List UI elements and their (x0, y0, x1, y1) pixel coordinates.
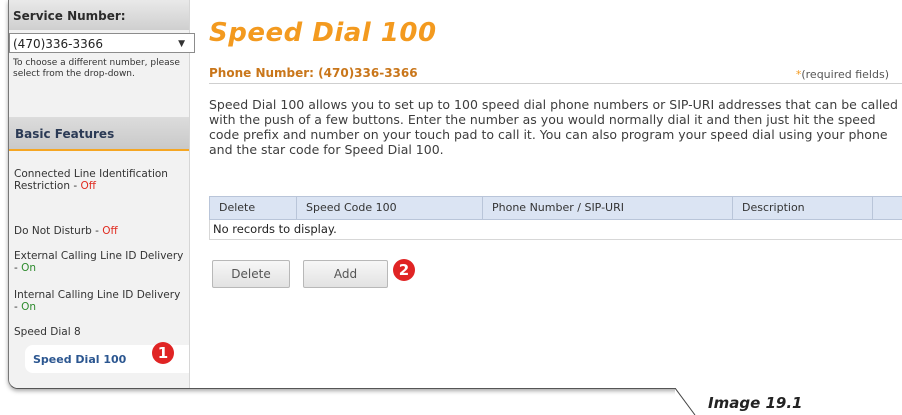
phone-number-label: Phone Number: (470)336-3366 (209, 66, 418, 80)
sidebar-item-external-calling-line-id-delivery[interactable]: External Calling Line ID Delivery - On (14, 250, 184, 274)
delete-button[interactable]: Delete (212, 260, 290, 288)
sidebar-item-label: Speed Dial 100 (33, 353, 127, 366)
status-on: On (21, 301, 37, 313)
sidebar: Service Number: (470)336-3366 ▼ To choos… (9, 0, 195, 388)
column-header-speed-code[interactable]: Speed Code 100 (297, 197, 483, 219)
sidebar-item-do-not-disturb[interactable]: Do Not Disturb - Off (14, 225, 184, 237)
sidebar-item-connected-line-identification-restriction[interactable]: Connected Line Identification Restrictio… (14, 168, 184, 192)
divider (209, 83, 902, 84)
status-on: On (21, 262, 37, 274)
callout-badge-1: 1 (152, 342, 174, 364)
page-title: Speed Dial 100 (209, 18, 437, 48)
sidebar-item-label: External Calling Line ID Delivery (14, 250, 184, 262)
empty-table-message: No records to display. (209, 220, 902, 240)
sidebar-item-label: Internal Calling Line ID Delivery (14, 289, 181, 301)
caption-text: Image 19.1 (708, 394, 803, 412)
app-frame: Service Number: (470)336-3366 ▼ To choos… (8, 0, 902, 389)
sidebar-item-label: Speed Dial 8 (14, 326, 81, 338)
image-caption: Image 19.1 (675, 388, 902, 415)
status-off: Off (80, 180, 96, 192)
sidebar-item-internal-calling-line-id-delivery[interactable]: Internal Calling Line ID Delivery - On (14, 289, 184, 313)
column-header-description[interactable]: Description (733, 197, 873, 219)
service-number-hint: To choose a different number, please sel… (13, 58, 180, 79)
service-number-heading: Service Number: (13, 9, 126, 23)
column-header-delete[interactable]: Delete (210, 197, 297, 219)
service-number-header: Service Number: (9, 0, 189, 30)
service-number-select[interactable]: (470)336-3366 ▼ (9, 33, 195, 53)
chevron-down-icon: ▼ (178, 39, 185, 49)
add-button[interactable]: Add (303, 260, 388, 288)
callout-badge-2: 2 (393, 259, 415, 281)
basic-features-header: Basic Features (9, 117, 189, 151)
sidebar-item-speed-dial-8[interactable]: Speed Dial 8 (14, 326, 184, 338)
service-number-value: (470)336-3366 (13, 37, 104, 51)
required-fields-note: *(required fields) (795, 68, 889, 81)
sidebar-item-label: Do Not Disturb (14, 225, 92, 237)
feature-description: Speed Dial 100 allows you to set up to 1… (209, 97, 898, 157)
column-header-phone-number[interactable]: Phone Number / SIP-URI (483, 197, 733, 219)
table-header: Delete Speed Code 100 Phone Number / SIP… (209, 196, 902, 220)
status-off: Off (102, 225, 118, 237)
basic-features-heading: Basic Features (15, 127, 115, 141)
